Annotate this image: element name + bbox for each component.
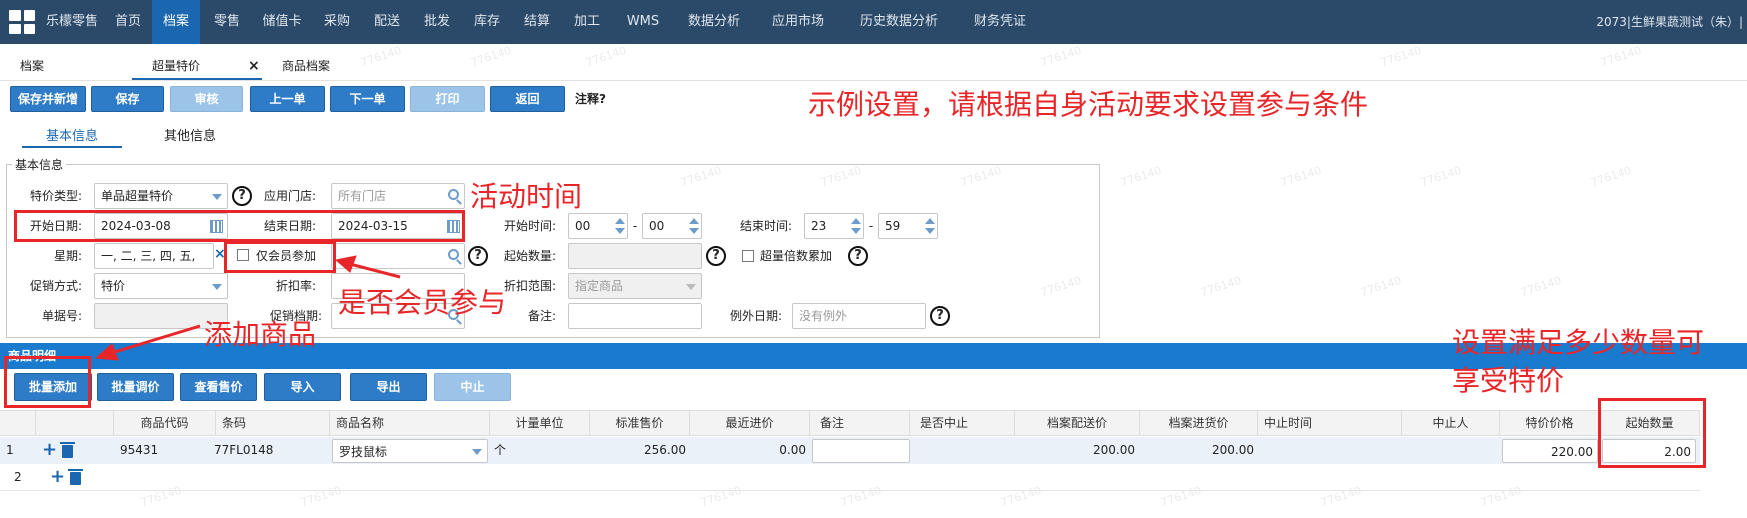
member-arrow-head [334, 255, 357, 273]
annotation-arrows [94, 255, 401, 361]
member-arrow-line [345, 261, 401, 279]
add-goods-arrow-head [94, 343, 119, 361]
add-goods-arrow-line [107, 324, 201, 356]
